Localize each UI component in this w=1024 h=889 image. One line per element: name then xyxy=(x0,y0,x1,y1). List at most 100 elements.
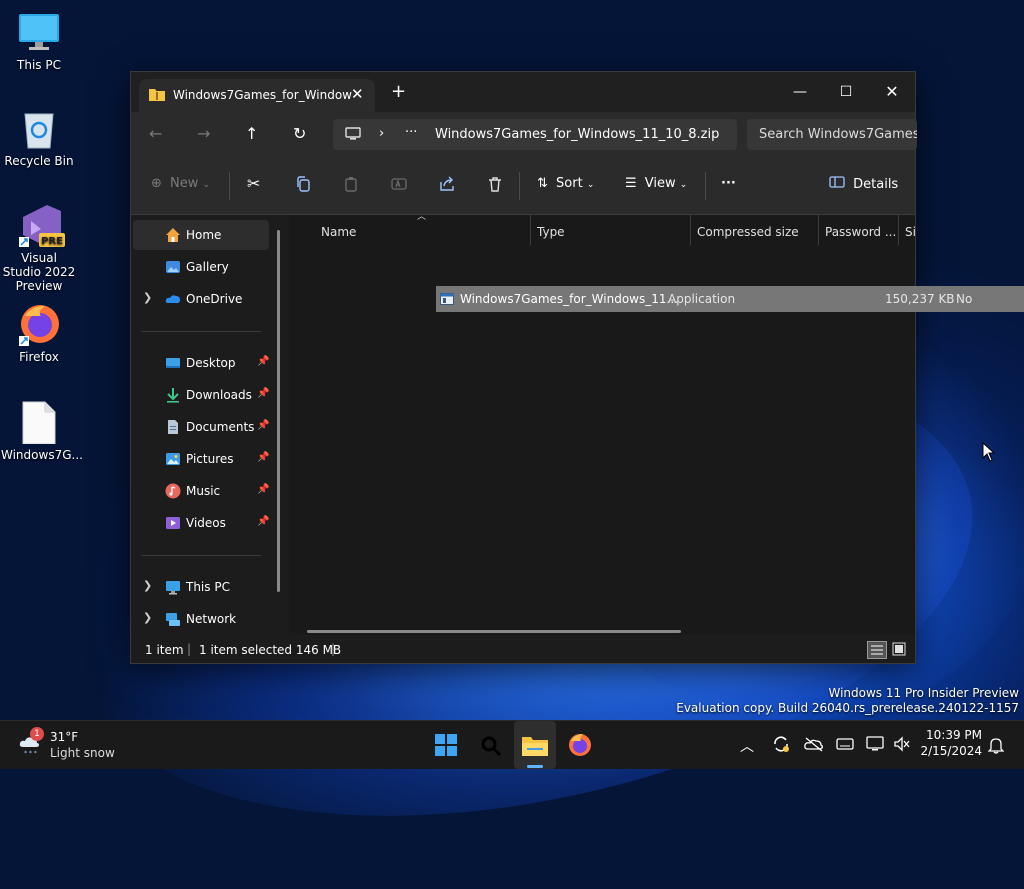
chevron-down-icon: ⌄ xyxy=(586,180,595,190)
zip-folder-icon xyxy=(149,87,165,104)
chevron-right-icon[interactable]: ❯ xyxy=(143,579,152,592)
pin-icon[interactable]: 📌 xyxy=(257,420,269,431)
sidebar-item-label: Gallery xyxy=(186,260,229,274)
copy-icon[interactable] xyxy=(295,176,311,196)
rename-icon[interactable] xyxy=(391,176,407,196)
search-box[interactable]: Search Windows7Games_ xyxy=(747,119,917,150)
search-button[interactable] xyxy=(470,721,510,769)
new-tab-button[interactable]: + xyxy=(391,83,406,101)
sync-status-icon[interactable] xyxy=(772,735,790,756)
column-divider xyxy=(898,215,899,245)
forward-button[interactable]: → xyxy=(197,126,210,142)
pin-icon[interactable]: 📌 xyxy=(257,516,269,527)
details-pane-button[interactable]: Details xyxy=(829,176,898,192)
sidebar-item-network[interactable]: ❯ Network xyxy=(133,604,269,634)
documents-icon xyxy=(165,419,181,435)
cut-icon[interactable]: ✂ xyxy=(247,174,260,193)
address-bar[interactable]: › ··· Windows7Games_for_Windows_11_10_8.… xyxy=(333,119,737,150)
pin-icon[interactable]: 📌 xyxy=(257,356,269,367)
paste-icon[interactable] xyxy=(343,176,359,196)
back-button[interactable]: ← xyxy=(149,126,162,142)
column-header-name[interactable]: Name xyxy=(321,219,521,245)
details-view-button[interactable] xyxy=(867,641,887,659)
new-button[interactable]: ⊕ New ⌄ xyxy=(151,176,210,191)
breadcrumb-overflow-button[interactable]: ··· xyxy=(405,125,417,140)
temperature: 31°F xyxy=(50,730,79,744)
volume-muted-icon[interactable] xyxy=(893,736,911,755)
desktop-icon-label: Firefox xyxy=(19,350,59,364)
delete-icon[interactable] xyxy=(487,176,503,196)
sidebar-item-videos[interactable]: Videos 📌 xyxy=(133,508,269,538)
sidebar-divider xyxy=(141,331,261,332)
status-divider: | xyxy=(331,642,336,656)
sidebar-item-label: This PC xyxy=(186,580,230,594)
display-network-icon[interactable] xyxy=(866,736,884,755)
folder-icon xyxy=(522,734,548,759)
pin-icon[interactable]: 📌 xyxy=(257,388,269,399)
selection-info: 1 item selected 146 MB xyxy=(199,643,342,657)
sidebar-item-label: Network xyxy=(186,612,237,626)
up-button[interactable]: ↑ xyxy=(245,126,258,142)
start-button[interactable] xyxy=(426,721,466,769)
sidebar-item-this-pc[interactable]: ❯ This PC xyxy=(133,572,269,602)
view-button[interactable]: ☰ View ⌄ xyxy=(625,176,687,191)
onedrive-offline-icon[interactable] xyxy=(804,736,824,755)
column-header-type[interactable]: Type xyxy=(537,219,677,245)
sidebar-item-onedrive[interactable]: ❯ OneDrive xyxy=(133,284,269,314)
firefox-icon xyxy=(568,733,592,760)
sidebar-item-gallery[interactable]: Gallery xyxy=(133,252,269,282)
weather-widget[interactable]: * * * 1 31°F Light snow xyxy=(14,721,134,769)
videos-icon xyxy=(165,515,181,531)
table-row[interactable]: Windows7Games_for_Windows_11... Applicat… xyxy=(436,286,1024,312)
blank-file-icon xyxy=(17,400,61,445)
sidebar-item-documents[interactable]: Documents 📌 xyxy=(133,412,269,442)
maximize-button[interactable]: ☐ xyxy=(823,78,869,106)
cell-password: No xyxy=(956,292,973,306)
desktop-icon-label: Windows7G... xyxy=(1,448,83,462)
desktop-icon-this-pc[interactable]: This PC xyxy=(1,10,77,72)
breadcrumb-chevron-icon: › xyxy=(379,126,385,141)
sidebar-item-music[interactable]: Music 📌 xyxy=(133,476,269,506)
sidebar-item-home[interactable]: Home xyxy=(133,220,269,250)
minimize-button[interactable]: — xyxy=(777,78,823,106)
column-divider xyxy=(530,215,531,245)
sidebar-item-pictures[interactable]: Pictures 📌 xyxy=(133,444,269,474)
sidebar-item-downloads[interactable]: Downloads 📌 xyxy=(133,380,269,410)
onedrive-cloud-icon xyxy=(165,291,181,307)
toolbar-divider xyxy=(229,172,230,200)
chevron-right-icon[interactable]: ❯ xyxy=(143,611,152,624)
desktop-icon-recycle-bin[interactable]: Recycle Bin xyxy=(1,106,77,168)
keyboard-icon[interactable] xyxy=(836,737,854,754)
close-tab-icon[interactable]: ✕ xyxy=(351,85,364,103)
column-header-size[interactable]: Si xyxy=(905,219,915,245)
sidebar-scrollbar[interactable] xyxy=(277,230,280,592)
pin-icon[interactable]: 📌 xyxy=(257,452,269,463)
breadcrumb-current[interactable]: Windows7Games_for_Windows_11_10_8.zip xyxy=(435,127,719,142)
taskbar-firefox[interactable] xyxy=(560,721,600,769)
desktop-icon-file[interactable]: Windows7G... xyxy=(1,400,83,462)
column-header-password[interactable]: Password ... xyxy=(825,219,895,245)
desktop-icon-visual-studio[interactable]: PRE Visual Studio 2022 Preview xyxy=(1,203,77,293)
details-pane-icon xyxy=(829,176,849,192)
sort-button[interactable]: ⇅ Sort ⌄ xyxy=(537,176,594,191)
desktop-icon-firefox[interactable]: Firefox xyxy=(1,302,77,364)
refresh-button[interactable]: ↻ xyxy=(293,126,306,142)
taskbar-file-explorer[interactable] xyxy=(514,721,556,769)
file-list: ︿ Name Type Compressed size Password ...… xyxy=(289,212,1024,635)
notification-bell-icon[interactable] xyxy=(987,736,1005,757)
large-icons-view-button[interactable] xyxy=(891,641,907,660)
pin-icon[interactable]: 📌 xyxy=(257,484,269,495)
weather-condition: Light snow xyxy=(50,746,115,760)
close-button[interactable]: ✕ xyxy=(869,78,915,106)
clock[interactable]: 10:39 PM 2/15/2024 xyxy=(920,728,982,758)
sidebar-item-desktop[interactable]: Desktop 📌 xyxy=(133,348,269,378)
show-hidden-icons-icon[interactable]: ︿ xyxy=(740,736,754,756)
more-options-button[interactable]: ··· xyxy=(721,176,736,191)
column-header-compressed-size[interactable]: Compressed size xyxy=(697,219,815,245)
share-icon[interactable] xyxy=(439,176,455,196)
sidebar-item-label: Desktop xyxy=(186,356,236,370)
horizontal-scrollbar[interactable] xyxy=(307,630,681,633)
chevron-right-icon[interactable]: ❯ xyxy=(143,291,152,304)
sidebar-divider xyxy=(141,555,261,556)
tab-zip-folder[interactable]: Windows7Games_for_Window ✕ xyxy=(139,79,375,112)
